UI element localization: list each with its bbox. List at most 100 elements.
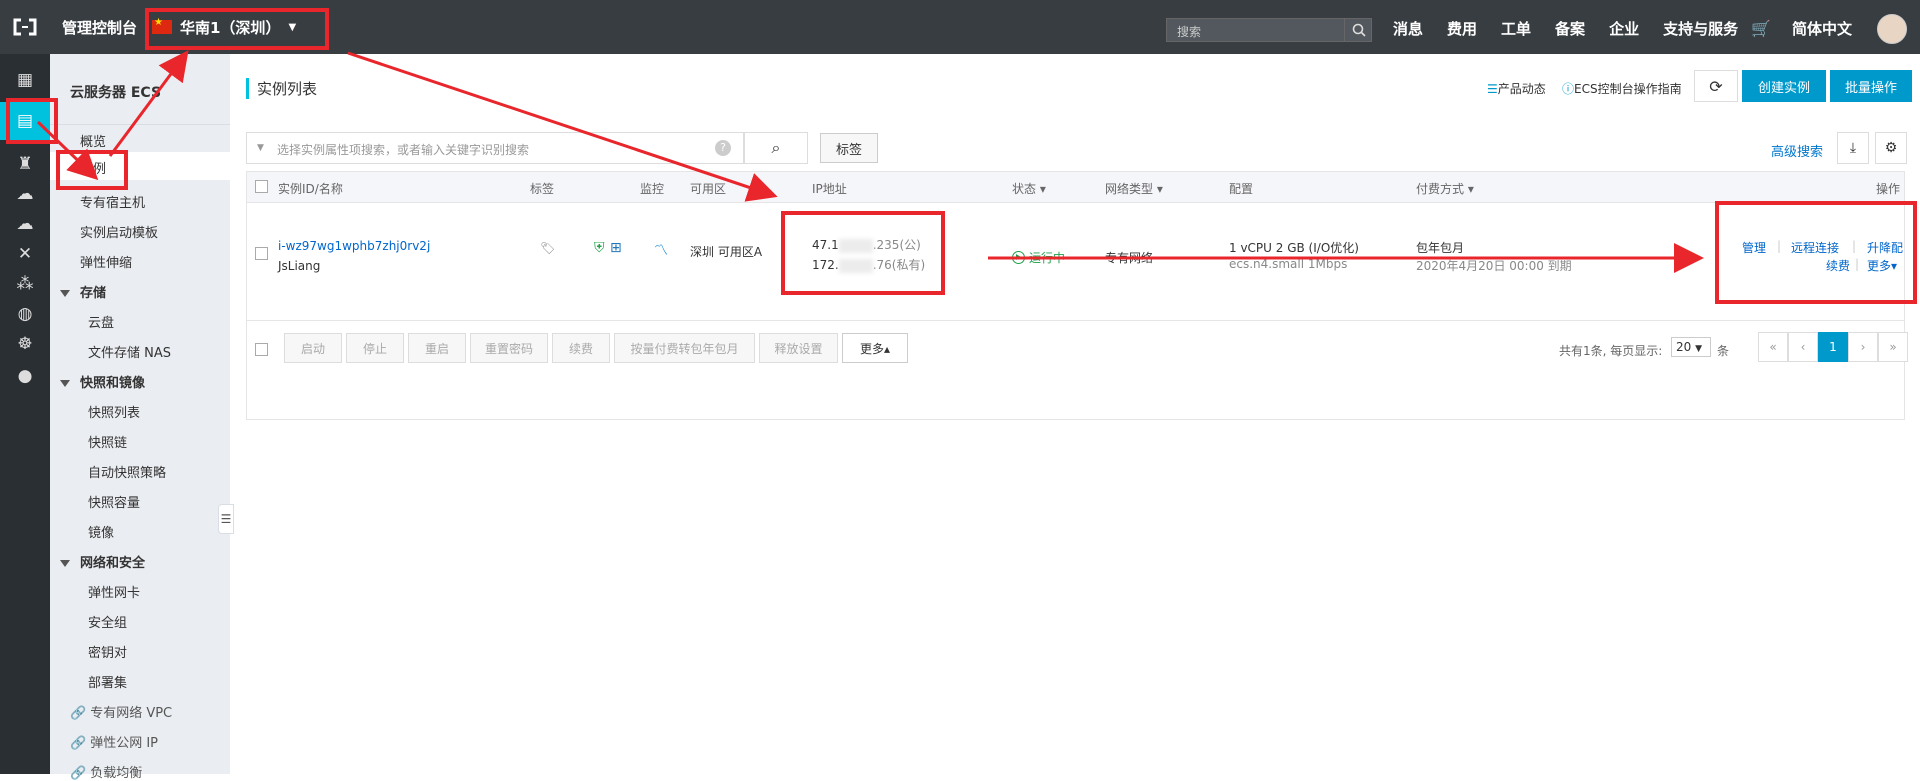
nav-support[interactable]: 支持与服务 [1663,18,1738,39]
settings-button[interactable]: ⚙ [1875,132,1907,164]
sidebar-item-key-pair[interactable]: 密钥对 [88,642,127,661]
sidebar-item-launch-template[interactable]: 实例启动模板 [80,222,158,241]
sidebar-item-nas[interactable]: 文件存储 NAS [88,342,171,361]
config-spec: 1 vCPU 2 GB (I/O优化) [1229,241,1359,255]
guide-link[interactable]: ⓘECS控制台操作指南 [1562,80,1682,97]
tag-icon[interactable]: 🏷 [540,241,555,255]
nav-tickets[interactable]: 工单 [1501,18,1531,39]
refresh-button[interactable]: ⟳ [1694,70,1738,102]
sidebar-group-network[interactable]: 网络和安全 [60,552,145,571]
sidebar-item-snapshot-capacity[interactable]: 快照容量 [88,492,140,511]
sidebar-item-cloud-disk[interactable]: 云盘 [88,312,114,331]
billing-method: 包年包月 [1416,241,1465,255]
sidebar-group-snapshots[interactable]: 快照和镜像 [60,372,145,391]
page-1-button[interactable]: 1 [1818,332,1848,362]
sidebar-item-slb[interactable]: 🔗 负载均衡 [70,762,142,781]
row-checkbox[interactable] [255,247,268,260]
product-news-link[interactable]: ☰产品动态 [1487,80,1546,97]
export-button[interactable]: ⤓ [1837,132,1869,164]
release-settings-button[interactable]: 释放设置 [759,333,838,363]
trophy-icon[interactable]: ♜ [0,148,50,180]
network-nodes-icon[interactable]: ⁂ [0,268,50,300]
private-ip: 172. .76(私有) [812,256,925,273]
grid-icon[interactable]: ▦ [0,64,50,96]
shield-icon[interactable]: ⛨ [594,240,605,256]
network-type: 专有网络 [1105,251,1154,265]
first-page-button[interactable]: « [1758,332,1788,362]
sidebar-item-snapshot-list[interactable]: 快照列表 [88,402,140,421]
stop-button[interactable]: 停止 [346,333,404,363]
footer-select-all-checkbox[interactable] [255,343,268,356]
avatar[interactable] [1877,14,1907,44]
advanced-search-link[interactable]: 高级搜索 [1771,141,1823,160]
aliyun-logo-icon[interactable] [12,17,38,37]
col-billing[interactable]: 付费方式 ▾ [1416,180,1474,197]
sidebar-item-auto-snapshot-policy[interactable]: 自动快照策略 [88,462,166,481]
cross-tools-icon[interactable]: ✕ [0,238,50,270]
restart-button[interactable]: 重启 [408,333,466,363]
sidebar-item-instances[interactable]: 实例 [50,152,230,180]
help-icon[interactable]: ? [715,140,731,156]
next-page-button[interactable]: › [1848,332,1878,362]
sidebar-item-vpc[interactable]: 🔗 专有网络 VPC [70,702,172,721]
nav-enterprise[interactable]: 企业 [1609,18,1639,39]
database-icon[interactable]: ☸ [0,328,50,360]
col-network[interactable]: 网络类型 ▾ [1105,180,1163,197]
start-button[interactable]: 启动 [284,333,342,363]
prev-page-button[interactable]: ‹ [1788,332,1818,362]
sidebar-item-eip[interactable]: 🔗 弹性公网 IP [70,732,158,751]
convert-billing-button[interactable]: 按量付费转包年包月 [614,333,755,363]
sidebar-item-overview[interactable]: 概览 [80,131,106,150]
language-selector[interactable]: 简体中文 [1792,18,1852,39]
zone-value: 深圳 可用区A [690,245,763,259]
sidebar-group-storage[interactable]: 存储 [60,282,106,301]
help-circle-icon: ⓘ [1562,82,1575,96]
last-page-button[interactable]: » [1878,332,1908,362]
upgrade-downgrade-link[interactable]: 升降配 [1867,239,1903,256]
col-id-name: 实例ID/名称 [278,182,343,196]
instance-search-input[interactable]: ▼ 选择实例属性项搜索，或者输入关键字识别搜索 ? [246,132,744,164]
select-all-checkbox[interactable] [255,180,268,193]
page-size-value: 20 [1676,340,1692,354]
search-button[interactable]: ⌕ [744,132,808,164]
manage-link[interactable]: 管理 [1742,239,1766,256]
nav-icp[interactable]: 备案 [1555,18,1585,39]
col-status[interactable]: 状态 ▾ [1012,180,1046,197]
circle-icon[interactable]: ● [0,360,50,392]
sidebar-item-dedicated-host[interactable]: 专有宿主机 [80,192,145,211]
sidebar-item-deployment-set[interactable]: 部署集 [88,672,127,691]
monitor-chart-icon[interactable]: 〽 [654,240,668,260]
link-icon: 🔗 [70,706,87,721]
sidebar: 云服务器 ECS 概览 实例 专有宿主机 实例启动模板 弹性伸缩 存储 云盘 文… [50,54,230,781]
create-instance-button[interactable]: 创建实例 [1742,70,1826,102]
batch-operations-button[interactable]: 批量操作 [1830,70,1912,102]
tag-filter-button[interactable]: 标签 [820,133,878,163]
sidebar-item-images[interactable]: 镜像 [88,522,114,541]
more-bulk-button[interactable]: 更多▴ [842,333,908,363]
sidebar-item-snapshot-chain[interactable]: 快照链 [88,432,127,451]
console-home-link[interactable]: 管理控制台 [62,17,137,38]
nav-billing[interactable]: 费用 [1447,18,1477,39]
more-actions-link[interactable]: 更多▾ [1867,257,1897,274]
region-selector[interactable]: 华南1（深圳） ▼ [152,12,296,42]
china-flag-icon [152,17,172,34]
reset-password-button[interactable]: 重置密码 [470,333,548,363]
renew-link[interactable]: 续费 [1826,257,1850,274]
cart-icon[interactable]: 🛒 [1751,19,1771,38]
sidebar-item-security-group[interactable]: 安全组 [88,612,127,631]
cloud-icon[interactable]: ☁ [0,178,50,210]
remote-connect-link[interactable]: 远程连接 [1791,239,1839,256]
instance-id-link[interactable]: i-wz97wg1wphb7zhj0rv2j [278,239,430,253]
global-search-input[interactable]: 搜索 [1166,18,1372,42]
sidebar-item-auto-scaling[interactable]: 弹性伸缩 [80,252,132,271]
sidebar-item-eni[interactable]: 弹性网卡 [88,582,140,601]
cloud-upload-icon[interactable]: ☁ [0,208,50,240]
search-icon[interactable] [1344,18,1373,42]
nav-messages[interactable]: 消息 [1393,18,1423,39]
ecs-icon[interactable]: ▤ [0,102,50,140]
globe-icon[interactable]: ◍ [0,298,50,330]
page-size-select[interactable]: 20 ▼ [1671,337,1711,357]
renew-button[interactable]: 续费 [552,333,610,363]
more-label: 更多 [1867,259,1892,273]
windows-icon: ⊞ [610,240,622,256]
